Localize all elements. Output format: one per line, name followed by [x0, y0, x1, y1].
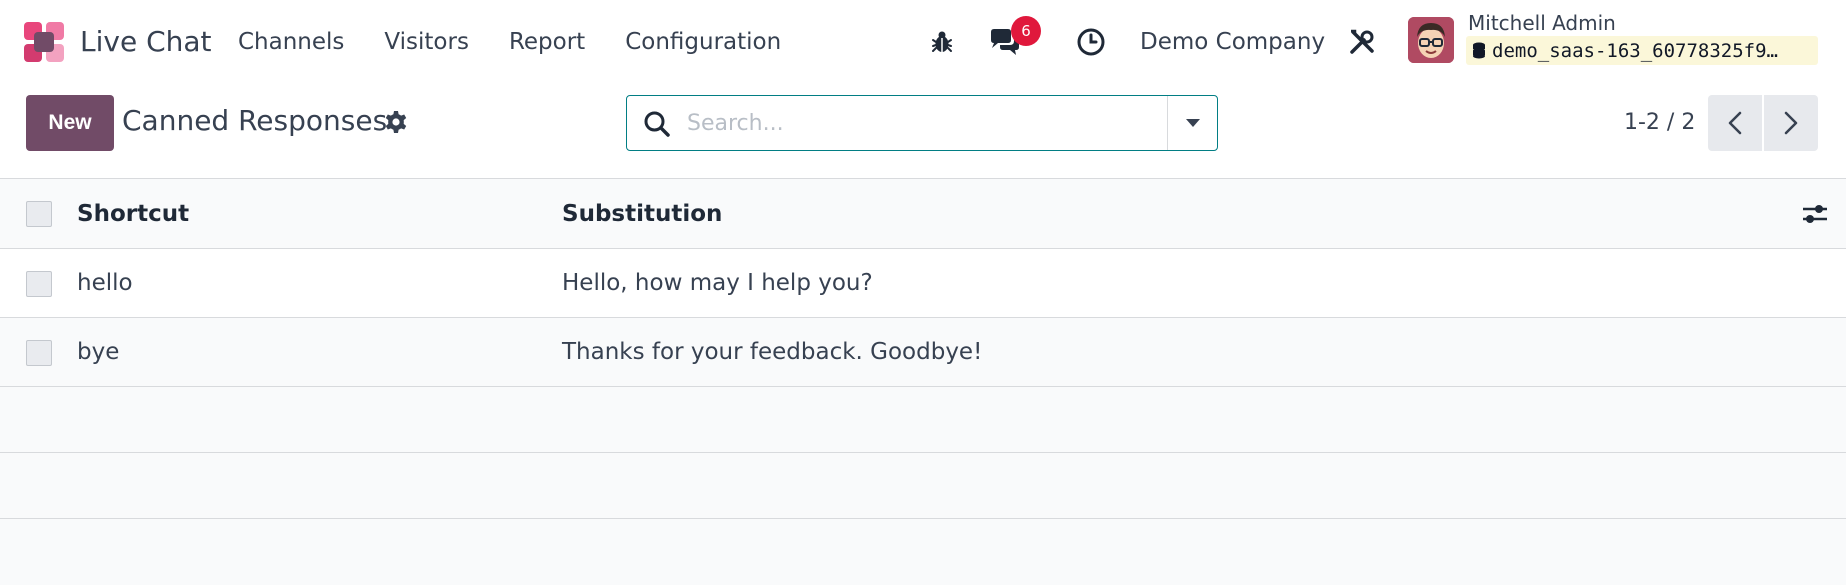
cell-shortcut[interactable]: hello [77, 268, 133, 298]
caret-down-icon [1185, 119, 1200, 127]
avatar[interactable] [1408, 17, 1454, 63]
top-navbar: Live Chat Channels Visitors Report Confi… [0, 0, 1846, 82]
table-row[interactable]: hello Hello, how may I help you? [0, 249, 1846, 318]
cell-substitution[interactable]: Thanks for your feedback. Goodbye! [562, 337, 982, 367]
main-menu: Channels Visitors Report Configuration [238, 22, 781, 62]
live-chat-app-icon[interactable] [24, 22, 64, 62]
select-all-checkbox[interactable] [26, 201, 52, 227]
search-options-toggle[interactable] [1167, 96, 1217, 150]
menu-visitors[interactable]: Visitors [384, 22, 469, 62]
database-icon [1473, 42, 1485, 58]
search-bar [626, 95, 1218, 151]
bug-icon[interactable] [922, 22, 962, 62]
search-input[interactable] [687, 104, 1187, 142]
tools-icon[interactable] [1342, 22, 1382, 62]
database-name: demo_saas-163_60778325f9… [1492, 39, 1778, 62]
search-icon [644, 111, 670, 137]
menu-channels[interactable]: Channels [238, 22, 344, 62]
chevron-left-icon [1728, 111, 1742, 135]
table-header: Shortcut Substitution [0, 179, 1846, 249]
column-header-substitution[interactable]: Substitution [562, 199, 722, 229]
new-button[interactable]: New [26, 95, 114, 151]
chevron-right-icon [1784, 111, 1798, 135]
pager-previous-button[interactable] [1708, 95, 1762, 151]
menu-configuration[interactable]: Configuration [625, 22, 781, 62]
column-header-shortcut[interactable]: Shortcut [77, 199, 189, 229]
optional-columns-icon[interactable] [1800, 199, 1830, 229]
pager-next-button[interactable] [1764, 95, 1818, 151]
table-row[interactable]: bye Thanks for your feedback. Goodbye! [0, 318, 1846, 387]
page-title: Canned Responses [122, 104, 388, 137]
control-panel: New Canned Responses 1-2 / 2 [0, 82, 1846, 179]
database-chip: demo_saas-163_60778325f9… [1466, 36, 1818, 65]
cell-substitution[interactable]: Hello, how may I help you? [562, 268, 873, 298]
user-name[interactable]: Mitchell Admin [1468, 11, 1616, 35]
menu-report[interactable]: Report [509, 22, 585, 62]
gear-icon[interactable] [384, 110, 408, 134]
company-switcher[interactable]: Demo Company [1140, 22, 1325, 62]
app-name[interactable]: Live Chat [80, 22, 212, 62]
empty-row [0, 387, 1846, 453]
empty-row [0, 453, 1846, 519]
cell-shortcut[interactable]: bye [77, 337, 119, 367]
canned-responses-list: Shortcut Substitution hello Hello, how m… [0, 179, 1846, 519]
clock-icon[interactable] [1071, 22, 1111, 62]
pager-value[interactable]: 1-2 / 2 [1624, 109, 1695, 137]
row-checkbox[interactable] [26, 340, 52, 366]
message-count-badge: 6 [1011, 16, 1041, 46]
row-checkbox[interactable] [26, 271, 52, 297]
